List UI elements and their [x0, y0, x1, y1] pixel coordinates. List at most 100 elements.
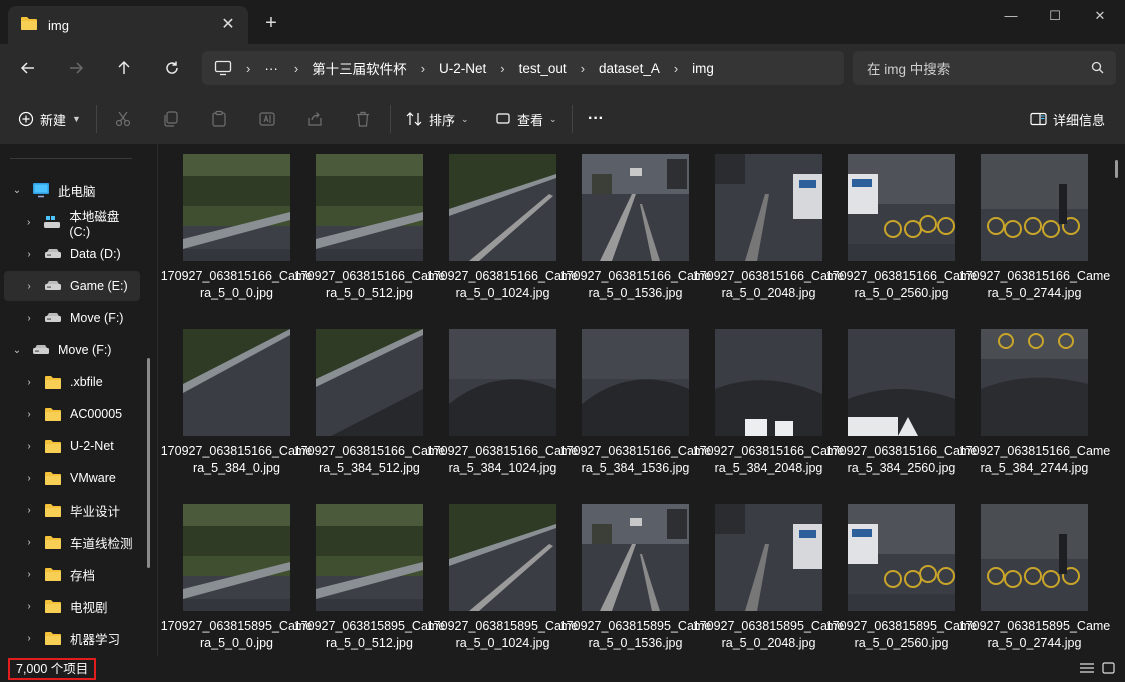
minimize-button[interactable]: — — [989, 4, 1033, 28]
chevron-right-icon[interactable]: › — [22, 505, 36, 516]
file-item[interactable]: 170927_063815895_Camera_5_0_2048.jpg — [691, 494, 844, 656]
file-item[interactable]: 170927_063815166_Camera_5_0_1024.jpg — [425, 144, 578, 314]
chevron-right-icon[interactable]: › — [22, 537, 36, 548]
sidebar-item[interactable]: › Data (D:) — [4, 239, 140, 269]
maximize-button[interactable]: ☐ — [1033, 4, 1077, 28]
sidebar-item[interactable]: › Game (E:) — [4, 271, 140, 301]
forward-button[interactable] — [62, 54, 90, 82]
status-bar: 7,000 个项目 — [0, 656, 1125, 682]
chevron-right-icon[interactable]: › — [22, 441, 36, 452]
chevron-right-icon[interactable]: › — [22, 473, 36, 484]
file-item[interactable]: 170927_063815895_Camera_5_0_512.jpg — [292, 494, 445, 656]
sidebar-item[interactable]: › .xbfile — [4, 367, 140, 397]
sidebar-item[interactable]: › 本地磁盘 (C:) — [4, 207, 140, 239]
view-button[interactable]: 查看 ⌄ — [496, 107, 557, 131]
sidebar-scrollbar[interactable] — [147, 358, 150, 568]
file-item[interactable]: 170927_063815166_Camera_5_384_1536.jpg — [558, 319, 711, 489]
file-item[interactable]: 170927_063815895_Camera_5_0_0.jpg — [159, 494, 312, 656]
file-item[interactable]: 170927_063815166_Camera_5_0_2048.jpg — [691, 144, 844, 314]
folder-icon — [44, 407, 62, 422]
sidebar-item[interactable]: ⌄ Move (F:) — [4, 335, 140, 365]
breadcrumb-item[interactable]: U-2-Net — [439, 61, 486, 76]
chevron-right-icon[interactable]: › — [22, 569, 36, 580]
breadcrumb-item[interactable]: test_out — [519, 61, 567, 76]
file-item[interactable]: 170927_063815166_Camera_5_0_512.jpg — [292, 144, 445, 314]
file-item[interactable]: 170927_063815166_Camera_5_0_0.jpg — [159, 144, 312, 314]
chevron-right-icon[interactable]: › — [22, 281, 36, 292]
file-item[interactable]: 170927_063815166_Camera_5_0_2560.jpg — [824, 144, 977, 314]
address-bar[interactable]: › ··· › 第十三届软件杯 › U-2-Net › test_out › d… — [202, 51, 844, 85]
back-button[interactable] — [14, 54, 42, 82]
sidebar-item[interactable]: › 机器学习 — [4, 623, 140, 653]
details-pane-button[interactable]: 详细信息 — [1030, 107, 1105, 131]
chevron-right-icon[interactable]: › — [22, 601, 36, 612]
details-view-icon[interactable] — [1079, 662, 1095, 677]
file-item[interactable]: 170927_063815895_Camera_5_0_2744.jpg — [957, 494, 1110, 656]
sidebar-item-label: Game (E:) — [70, 279, 128, 293]
delete-button[interactable] — [354, 107, 372, 131]
copy-button[interactable] — [162, 107, 180, 131]
new-tab-button[interactable]: + — [260, 12, 282, 34]
chevron-right-icon[interactable]: › — [22, 313, 36, 324]
sidebar-item[interactable]: › Move (F:) — [4, 303, 140, 333]
file-item[interactable]: 170927_063815895_Camera_5_0_1024.jpg — [425, 494, 578, 656]
cut-button[interactable] — [114, 107, 132, 131]
file-item[interactable]: 170927_063815166_Camera_5_384_2048.jpg — [691, 319, 844, 489]
image-thumbnail — [316, 329, 423, 436]
file-item[interactable]: 170927_063815166_Camera_5_384_0.jpg — [159, 319, 312, 489]
sort-label: 排序 — [429, 112, 456, 128]
up-button[interactable] — [110, 54, 138, 82]
content-scrollbar[interactable] — [1115, 160, 1118, 178]
image-thumbnail — [981, 329, 1088, 436]
sidebar-item[interactable]: › 存档 — [4, 559, 140, 589]
tab-img[interactable]: img ✕ — [8, 6, 248, 44]
file-name: 170927_063815166_Camera_5_384_1536.jpg — [559, 444, 712, 475]
large-icons-view-icon[interactable] — [1102, 662, 1116, 677]
file-name: 170927_063815895_Camera_5_0_2744.jpg — [958, 619, 1111, 650]
sort-button[interactable]: 排序 ⌄ — [406, 107, 469, 131]
new-button[interactable]: 新建 ▼ — [18, 107, 81, 131]
sidebar-item[interactable]: › VMware — [4, 463, 140, 493]
paste-button[interactable] — [210, 107, 228, 131]
search-input[interactable]: 在 img 中搜索 — [853, 51, 1116, 85]
image-thumbnail — [183, 154, 290, 261]
share-button[interactable] — [306, 107, 324, 131]
sidebar-item[interactable]: › 车道线检测 — [4, 527, 140, 557]
sidebar-item[interactable]: › AC00005 — [4, 399, 140, 429]
share-icon — [308, 112, 322, 126]
sidebar-item[interactable]: ⌄ 此电脑 — [4, 175, 140, 205]
folder-icon — [44, 503, 62, 518]
breadcrumb-item[interactable]: 第十三届软件杯 — [312, 58, 407, 78]
sidebar-item-label: 本地磁盘 (C:) — [69, 209, 120, 239]
sidebar-item-label: .xbfile — [70, 375, 103, 389]
file-item[interactable]: 170927_063815166_Camera_5_384_512.jpg — [292, 319, 445, 489]
image-thumbnail — [582, 154, 689, 261]
file-item[interactable]: 170927_063815166_Camera_5_0_2744.jpg — [957, 144, 1110, 314]
main-area: ⌄ 此电脑 › 本地磁盘 (C:) › Data (D:) › Game (E:) › Move … — [0, 144, 1125, 656]
breadcrumb-item[interactable]: img — [692, 61, 714, 76]
sidebar-item[interactable]: › 毕业设计 — [4, 495, 140, 525]
sidebar-item-label: 电视剧 — [70, 600, 108, 615]
file-item[interactable]: 170927_063815166_Camera_5_384_2560.jpg — [824, 319, 977, 489]
rename-button[interactable] — [258, 107, 276, 131]
breadcrumb-item[interactable]: dataset_A — [599, 61, 660, 76]
file-item[interactable]: 170927_063815166_Camera_5_0_1536.jpg — [558, 144, 711, 314]
file-item[interactable]: 170927_063815166_Camera_5_384_2744.jpg — [957, 319, 1110, 489]
chevron-right-icon[interactable]: › — [22, 249, 36, 260]
sidebar-item[interactable]: › 电视剧 — [4, 591, 140, 621]
sidebar-item[interactable]: › U-2-Net — [4, 431, 140, 461]
chevron-right-icon[interactable]: › — [22, 377, 36, 388]
chevron-down-icon[interactable]: ⌄ — [10, 345, 24, 356]
close-window-button[interactable]: ✕ — [1078, 4, 1122, 28]
breadcrumb-more[interactable]: ··· — [264, 61, 278, 76]
more-options-button[interactable]: ··· — [588, 107, 604, 131]
chevron-right-icon[interactable]: › — [22, 217, 35, 228]
chevron-right-icon[interactable]: › — [22, 633, 36, 644]
chevron-right-icon[interactable]: › — [22, 409, 36, 420]
refresh-button[interactable] — [158, 54, 186, 82]
close-tab-icon[interactable]: ✕ — [218, 15, 238, 35]
file-item[interactable]: 170927_063815895_Camera_5_0_1536.jpg — [558, 494, 711, 656]
file-item[interactable]: 170927_063815895_Camera_5_0_2560.jpg — [824, 494, 977, 656]
file-item[interactable]: 170927_063815166_Camera_5_384_1024.jpg — [425, 319, 578, 489]
chevron-down-icon[interactable]: ⌄ — [10, 185, 24, 196]
